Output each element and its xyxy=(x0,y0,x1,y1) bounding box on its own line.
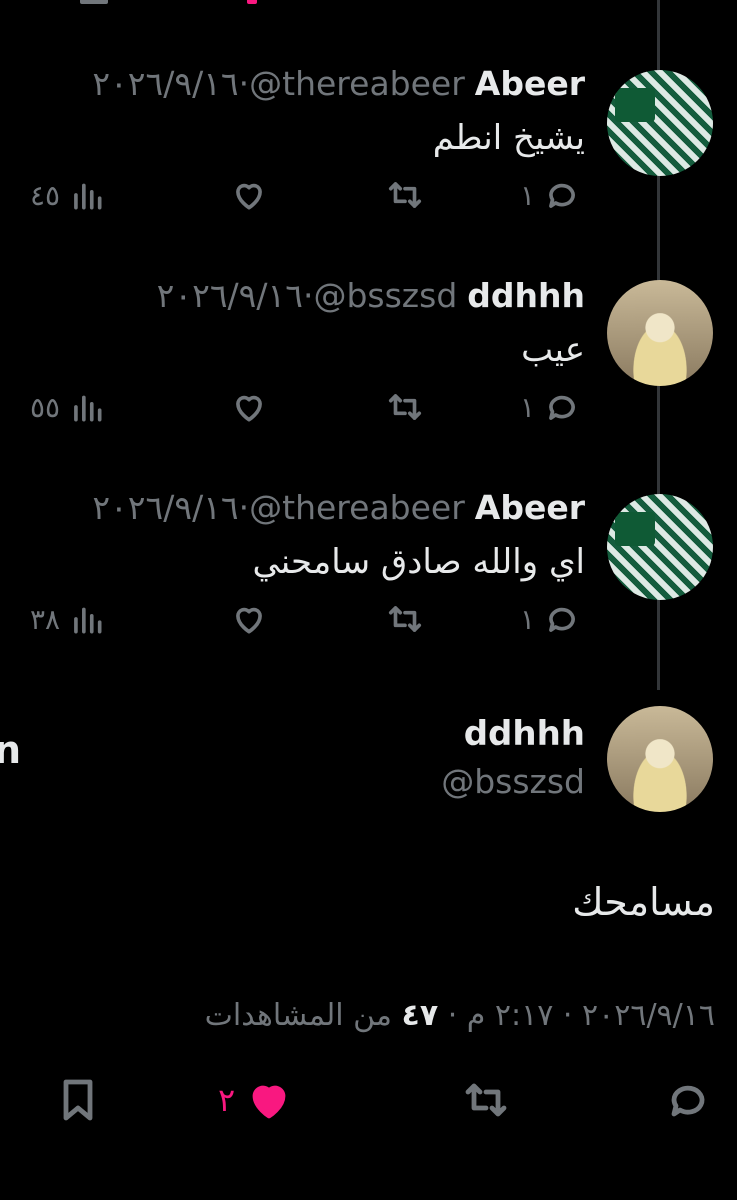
reply-text: يشيخ انطم xyxy=(432,118,585,158)
avatar[interactable] xyxy=(607,280,713,386)
reply-text: عيب xyxy=(521,330,585,370)
reply-button[interactable]: ١ xyxy=(520,600,581,638)
views-label: من المشاهدات xyxy=(204,998,392,1033)
prev-like-stub xyxy=(247,0,257,4)
main-avatar[interactable] xyxy=(607,706,713,812)
main-action-bar: ٢ xyxy=(0,1066,737,1136)
avatar[interactable] xyxy=(607,494,713,600)
comment-icon xyxy=(671,1085,705,1117)
main-handle[interactable]: @bsszsd xyxy=(441,762,585,801)
views-count[interactable]: ٤٧ xyxy=(402,998,439,1033)
main-text: مسامحك xyxy=(572,880,715,924)
reply-count: ١ xyxy=(520,602,536,636)
reply-name[interactable]: ddhhh xyxy=(467,276,585,315)
reply-count: ١ xyxy=(520,390,536,424)
tweet-time: ٢:١٧ م xyxy=(466,998,554,1033)
heart-icon xyxy=(236,183,262,210)
retweet-button[interactable] xyxy=(462,1076,510,1124)
reply-name[interactable]: Abeer xyxy=(475,488,585,527)
edge-letter: n xyxy=(0,728,22,772)
views-button[interactable]: ٥٥ xyxy=(30,388,106,426)
like-button[interactable] xyxy=(230,176,268,214)
retweet-icon xyxy=(388,394,422,420)
views-button[interactable]: ٣٨ xyxy=(30,600,106,638)
heart-icon xyxy=(236,607,262,634)
reply-handle[interactable]: @bsszsd xyxy=(313,276,457,315)
retweet-button[interactable] xyxy=(386,388,424,426)
reply-handle[interactable]: @thereabeer xyxy=(249,64,465,103)
reply-date: ٢٠٢٦/٩/١٦ xyxy=(156,276,303,315)
dot-separator: · xyxy=(238,64,250,103)
reply-button[interactable] xyxy=(664,1076,712,1124)
dot-separator: · xyxy=(553,998,573,1033)
prev-action-stub xyxy=(80,0,108,4)
retweet-button[interactable] xyxy=(386,600,424,638)
bookmark-button[interactable] xyxy=(54,1076,102,1124)
views-count: ٣٨ xyxy=(30,602,61,636)
reply-name[interactable]: Abeer xyxy=(475,64,585,103)
views-icon xyxy=(74,607,102,634)
views-icon xyxy=(74,183,102,210)
like-button[interactable] xyxy=(230,388,268,426)
reply-handle[interactable]: @thereabeer xyxy=(249,488,465,527)
reply-date: ٢٠٢٦/٩/١٦ xyxy=(92,64,239,103)
reply-count: ١ xyxy=(520,178,536,212)
tweet-date: ٢٠٢٦/٩/١٦ xyxy=(581,998,715,1033)
dot-separator: · xyxy=(438,998,458,1033)
main-name[interactable]: ddhhh xyxy=(464,714,585,754)
heart-filled-icon xyxy=(252,1085,286,1119)
views-count: ٥٥ xyxy=(30,390,61,424)
action-row: ٥٥ ١ xyxy=(0,388,620,436)
views-button[interactable]: ٤٥ xyxy=(30,176,106,214)
comment-icon xyxy=(549,395,575,420)
retweet-icon xyxy=(388,606,422,632)
reply-header: ٢٠٢٦/٩/١٦ · @thereabeer Abeer xyxy=(92,488,585,527)
bookmark-icon xyxy=(63,1079,93,1121)
views-count: ٤٥ xyxy=(30,178,61,212)
comment-icon xyxy=(549,607,575,632)
retweet-icon xyxy=(465,1083,507,1117)
dot-separator: · xyxy=(302,276,314,315)
reply-header: ٢٠٢٦/٩/١٦ · @bsszsd ddhhh xyxy=(157,276,585,315)
retweet-icon xyxy=(388,182,422,208)
like-button[interactable]: ٢ xyxy=(218,1076,293,1124)
tweet-stats: ٢٠٢٦/٩/١٦ · ٢:١٧ م · ٤٧ من المشاهدات xyxy=(205,998,715,1033)
comment-icon xyxy=(549,183,575,208)
reply-button[interactable]: ١ xyxy=(520,388,581,426)
reply-date: ٢٠٢٦/٩/١٦ xyxy=(92,488,239,527)
reply-button[interactable]: ١ xyxy=(520,176,581,214)
reply-header: ٢٠٢٦/٩/١٦ · @thereabeer Abeer xyxy=(92,64,585,103)
action-row: ٤٥ ١ xyxy=(0,176,620,224)
like-count: ٢ xyxy=(218,1081,236,1119)
retweet-button[interactable] xyxy=(386,176,424,214)
like-button[interactable] xyxy=(230,600,268,638)
reply-text: اي والله صادق سامحني xyxy=(252,542,585,582)
dot-separator: · xyxy=(238,488,250,527)
heart-icon xyxy=(236,395,262,422)
views-icon xyxy=(74,395,102,422)
avatar[interactable] xyxy=(607,70,713,176)
action-row: ٣٨ ١ xyxy=(0,600,620,648)
